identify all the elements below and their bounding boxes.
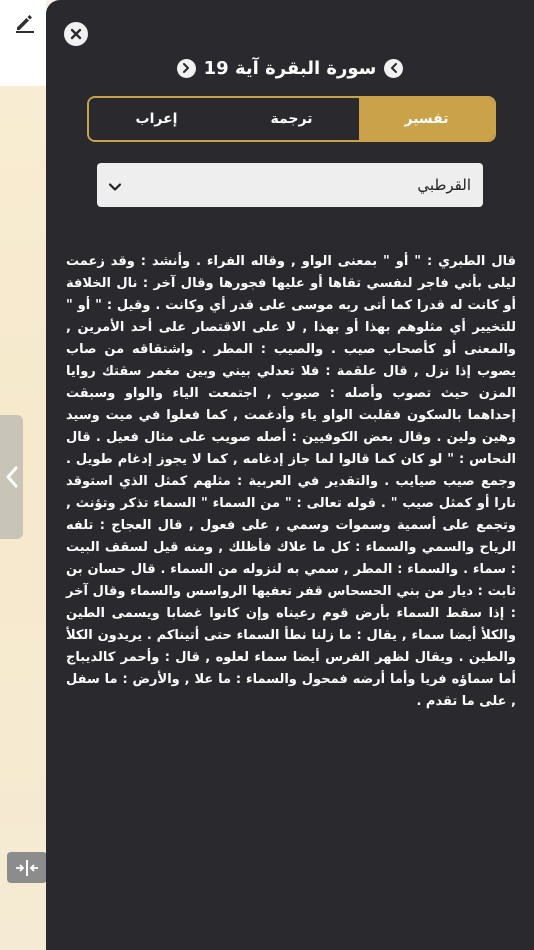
tafsir-body-text: قال الطبري : " أو " بمعنى الواو , وقاله … <box>66 254 516 709</box>
close-icon <box>70 28 82 40</box>
tab-translation[interactable]: ترجمة <box>224 98 359 140</box>
chevron-left-icon <box>390 63 397 73</box>
background-page-strip <box>0 0 47 950</box>
tabs-bar: إعراب ترجمة تفسير <box>87 96 496 142</box>
close-button[interactable] <box>64 22 88 46</box>
chevron-left-icon <box>6 466 17 488</box>
verse-title: سورة البقرة آية 19 <box>203 57 377 79</box>
tab-tafsir[interactable]: تفسير <box>359 98 494 140</box>
verse-title-row: سورة البقرة آية 19 <box>46 54 534 82</box>
next-verse-button[interactable] <box>384 58 404 78</box>
tafsir-source-select[interactable]: القرطبي <box>97 163 483 207</box>
tab-irab[interactable]: إعراب <box>89 98 224 140</box>
chevron-right-icon <box>183 63 190 73</box>
pencil-icon[interactable] <box>13 10 37 34</box>
tafsir-panel: سورة البقرة آية 19 إعراب ترجمة تفسير الق… <box>46 0 534 950</box>
tafsir-source-value: القرطبي <box>417 176 471 194</box>
page: سورة البقرة آية 19 إعراب ترجمة تفسير الق… <box>0 0 534 950</box>
previous-verse-button[interactable] <box>176 58 196 78</box>
chevron-down-icon <box>108 176 122 195</box>
split-view-button[interactable] <box>7 852 47 883</box>
side-drawer-tab[interactable] <box>0 415 23 539</box>
split-view-icon <box>16 859 38 876</box>
